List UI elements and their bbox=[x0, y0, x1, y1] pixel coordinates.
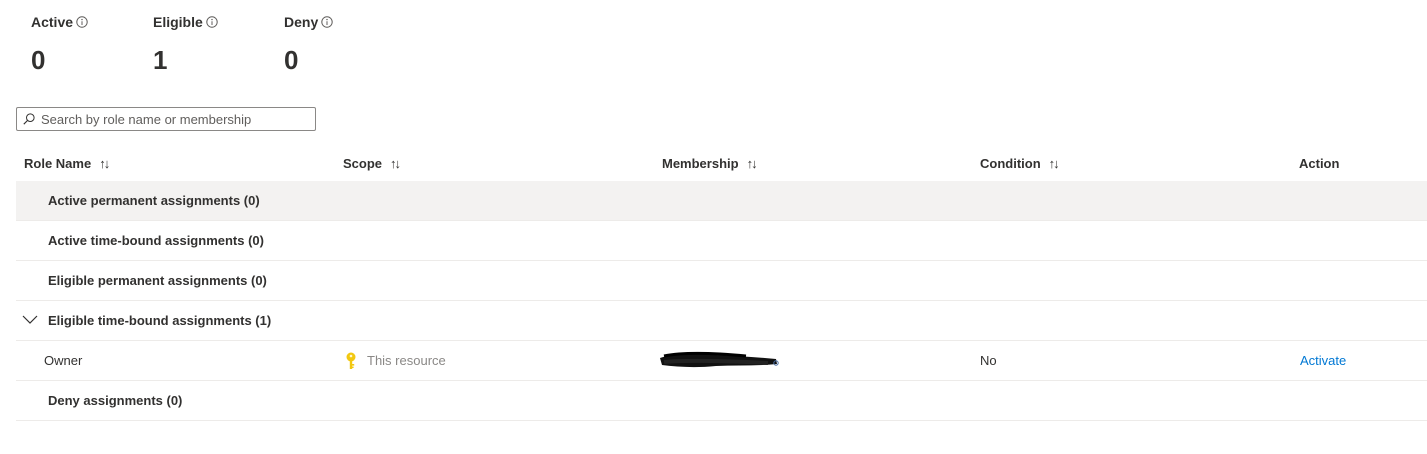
group-row-active-time-bound[interactable]: Active time-bound assignments (0) bbox=[16, 221, 1427, 261]
column-header-condition[interactable]: Condition ↑↓ bbox=[980, 145, 1060, 181]
search-box[interactable] bbox=[16, 107, 316, 131]
column-condition-label: Condition bbox=[980, 155, 1041, 171]
search-input[interactable] bbox=[41, 111, 301, 127]
stat-active: Active 0 bbox=[31, 12, 153, 76]
group-row-deny[interactable]: Deny assignments (0) bbox=[16, 381, 1427, 421]
info-icon[interactable] bbox=[206, 16, 218, 28]
summary-stats: Active 0 Eligible 1 Deny 0 bbox=[31, 12, 384, 76]
info-icon[interactable] bbox=[76, 16, 88, 28]
role-assignments-grid: Role Name ↑↓ Scope ↑↓ Membership ↑↓ Cond… bbox=[16, 145, 1427, 421]
column-header-role-name[interactable]: Role Name ↑↓ bbox=[24, 145, 110, 181]
info-icon[interactable] bbox=[321, 16, 333, 28]
role-name-cell: Owner bbox=[44, 353, 83, 368]
sort-icon[interactable]: ↑↓ bbox=[99, 156, 110, 171]
stat-eligible-label: Eligible bbox=[153, 14, 203, 30]
column-header-scope[interactable]: Scope ↑↓ bbox=[343, 145, 401, 181]
group-label: Eligible time-bound assignments (1) bbox=[48, 313, 272, 328]
column-header-action: Action bbox=[1299, 145, 1339, 181]
group-label: Active time-bound assignments (0) bbox=[48, 233, 264, 248]
column-role-name-label: Role Name bbox=[24, 155, 92, 171]
stat-eligible: Eligible 1 bbox=[153, 12, 284, 76]
group-row-active-permanent[interactable]: Active permanent assignments (0) bbox=[16, 181, 1427, 221]
stat-active-value: 0 bbox=[31, 45, 46, 75]
column-header-membership[interactable]: Membership ↑↓ bbox=[662, 145, 758, 181]
activate-link[interactable]: Activate bbox=[1300, 353, 1346, 368]
search-icon bbox=[23, 113, 35, 125]
sort-icon[interactable]: ↑↓ bbox=[390, 156, 401, 171]
stat-eligible-value: 1 bbox=[153, 45, 168, 75]
key-icon bbox=[345, 352, 357, 370]
group-label: Active permanent assignments (0) bbox=[48, 193, 260, 208]
table-row[interactable]: Owner This resource No Activate bbox=[16, 341, 1427, 381]
stat-active-label: Active bbox=[31, 14, 74, 30]
stat-deny-value: 0 bbox=[284, 45, 299, 75]
column-membership-label: Membership bbox=[662, 155, 739, 171]
sort-icon[interactable]: ↑↓ bbox=[747, 156, 758, 171]
group-label: Deny assignments (0) bbox=[48, 393, 183, 408]
group-row-eligible-permanent[interactable]: Eligible permanent assignments (0) bbox=[16, 261, 1427, 301]
chevron-down-icon[interactable] bbox=[22, 313, 38, 325]
group-label: Eligible permanent assignments (0) bbox=[48, 273, 267, 288]
group-row-eligible-time-bound[interactable]: Eligible time-bound assignments (1) bbox=[16, 301, 1427, 341]
membership-cell bbox=[656, 341, 780, 380]
column-action-label: Action bbox=[1299, 155, 1340, 171]
stat-deny: Deny 0 bbox=[284, 12, 384, 76]
condition-cell: No bbox=[980, 353, 997, 368]
redacted-membership bbox=[656, 350, 780, 372]
sort-icon[interactable]: ↑↓ bbox=[1049, 156, 1060, 171]
column-scope-label: Scope bbox=[343, 155, 383, 171]
stat-deny-label: Deny bbox=[284, 14, 319, 30]
scope-text: This resource bbox=[367, 353, 446, 368]
scope-cell: This resource bbox=[345, 341, 446, 380]
grid-header: Role Name ↑↓ Scope ↑↓ Membership ↑↓ Cond… bbox=[16, 145, 1427, 181]
